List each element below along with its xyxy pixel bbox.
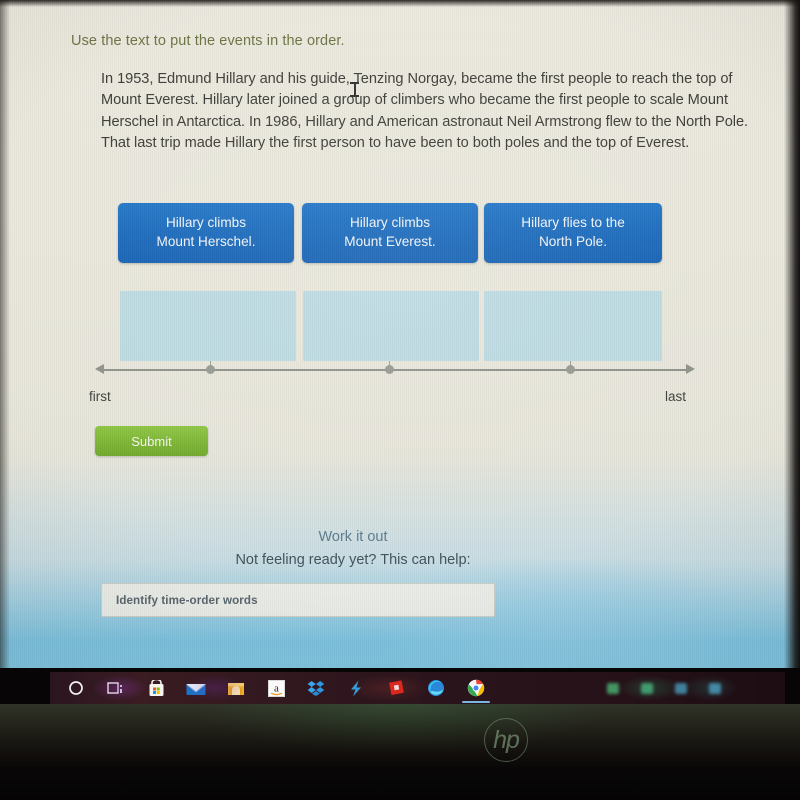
shopping-app-icon[interactable] xyxy=(216,672,256,704)
laptop-screen: Use the text to put the events in the or… xyxy=(0,0,800,668)
timeline-marker-dot xyxy=(566,365,575,375)
event-card-text: Hillary climbs Mount Everest. xyxy=(344,214,435,251)
timeline-line xyxy=(101,369,689,371)
timeline-axis xyxy=(95,362,695,378)
svg-text:a: a xyxy=(274,682,279,694)
google-chrome-icon[interactable] xyxy=(456,672,496,704)
event-card-line2: Mount Everest. xyxy=(344,234,436,249)
work-it-out-subtitle: Not feeling ready yet? This can help: xyxy=(235,552,471,568)
roblox-icon[interactable] xyxy=(376,672,416,704)
event-card-line2: Mount Herschel. xyxy=(156,234,256,249)
microsoft-edge-icon[interactable] xyxy=(416,672,456,704)
task-view-icon[interactable] xyxy=(96,672,136,704)
drop-zone[interactable] xyxy=(120,291,296,361)
event-card-text: Hillary flies to the North Pole. xyxy=(521,214,625,251)
reading-passage: In 1953, Edmund Hillary and his guide, T… xyxy=(101,71,749,152)
cortana-icon[interactable] xyxy=(56,672,96,704)
microsoft-store-icon[interactable] xyxy=(136,672,176,704)
event-card-line2: North Pole. xyxy=(538,234,607,249)
mail-icon[interactable] xyxy=(176,672,216,704)
timeline-arrow-right-icon xyxy=(686,364,695,375)
work-it-out-heading: Work it out xyxy=(318,529,388,545)
hp-logo: hp xyxy=(484,718,528,762)
event-card[interactable]: Hillary climbs Mount Everest. xyxy=(302,203,478,263)
event-card[interactable]: Hillary climbs Mount Herschel. xyxy=(118,203,294,263)
lesson-content: Use the text to put the events in the or… xyxy=(0,0,800,668)
help-resource-label: Identify time-order words xyxy=(116,593,258,607)
event-card-text: Hillary climbs Mount Herschel. xyxy=(157,214,256,251)
drop-zone[interactable] xyxy=(484,291,662,361)
timeline-first-label: first xyxy=(89,389,111,404)
question-title: Use the text to put the events in the or… xyxy=(71,33,345,49)
windows-taskbar: a xyxy=(50,672,785,704)
event-card-line1: Hillary flies to the xyxy=(521,215,625,231)
laptop-base-edge xyxy=(0,766,800,800)
help-resource-link[interactable]: Identify time-order words xyxy=(101,583,495,617)
event-card-line1: Hillary climbs xyxy=(165,215,247,231)
event-card-line1: Hillary climbs xyxy=(349,215,431,231)
timeline-last-label: last xyxy=(665,389,687,404)
timeline-marker-dot xyxy=(385,365,394,375)
lightning-app-icon[interactable] xyxy=(336,672,376,704)
amazon-icon[interactable]: a xyxy=(256,672,296,704)
timeline-marker-dot xyxy=(206,365,215,375)
submit-button[interactable]: Submit xyxy=(95,426,208,456)
laptop-photo: Use the text to put the events in the or… xyxy=(0,0,800,800)
dropbox-icon[interactable] xyxy=(296,672,336,704)
drop-zone[interactable] xyxy=(303,291,479,361)
event-card[interactable]: Hillary flies to the North Pole. xyxy=(484,203,662,263)
